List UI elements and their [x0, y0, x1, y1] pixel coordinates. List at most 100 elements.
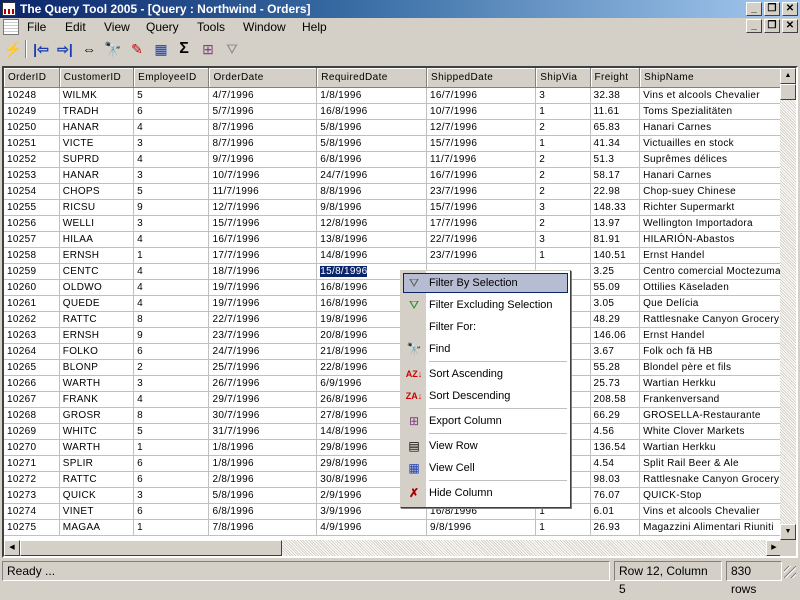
table-cell[interactable]: 6: [133, 455, 210, 472]
table-cell[interactable]: 98.03: [590, 471, 641, 488]
table-cell[interactable]: 55.09: [590, 279, 641, 296]
table-cell[interactable]: 14/8/1996: [316, 247, 428, 264]
table-cell[interactable]: WHITC: [59, 423, 135, 440]
column-header-orderid[interactable]: OrderID: [4, 68, 60, 88]
table-row[interactable]: 10262 RATTC 8 22/7/1996 19/8/1996 48.29 Rattle…: [4, 311, 782, 328]
sum-icon[interactable]: Σ: [174, 39, 194, 59]
table-cell[interactable]: Folk och fä HB: [639, 343, 782, 360]
table-cell[interactable]: 7/8/1996: [208, 519, 318, 536]
table-cell[interactable]: 10257: [4, 231, 60, 248]
menu-edit[interactable]: Edit: [65, 20, 86, 34]
table-cell[interactable]: 10251: [4, 135, 60, 152]
table-cell[interactable]: 4: [133, 119, 210, 136]
table-cell[interactable]: 6: [133, 503, 210, 520]
table-cell[interactable]: 10269: [4, 423, 60, 440]
table-cell[interactable]: 5/8/1996: [208, 487, 318, 504]
table-cell[interactable]: MAGAA: [59, 519, 135, 536]
table-cell[interactable]: SUPRD: [59, 151, 135, 168]
menu-query[interactable]: Query: [146, 20, 179, 34]
menu-file[interactable]: File: [27, 20, 46, 34]
table-icon[interactable]: ▦: [151, 39, 171, 59]
table-cell[interactable]: 1: [535, 247, 591, 264]
table-cell[interactable]: TRADH: [59, 103, 135, 120]
scroll-up-button[interactable]: ▲: [780, 68, 796, 84]
table-cell[interactable]: RATTC: [59, 471, 135, 488]
table-cell[interactable]: Magazzini Alimentari Riuniti: [639, 519, 782, 536]
column-header-shippeddate[interactable]: ShippedDate: [426, 68, 537, 88]
table-cell[interactable]: 26/7/1996: [208, 375, 318, 392]
table-cell[interactable]: 48.29: [590, 311, 641, 328]
table-cell[interactable]: 10272: [4, 471, 60, 488]
menu-item-view-row[interactable]: ▤ View Row: [403, 436, 568, 456]
table-cell[interactable]: 146.06: [590, 327, 641, 344]
table-cell[interactable]: 208.58: [590, 391, 641, 408]
menu-help[interactable]: Help: [302, 20, 327, 34]
table-cell[interactable]: 3.67: [590, 343, 641, 360]
table-cell[interactable]: 24/7/1996: [208, 343, 318, 360]
table-cell[interactable]: 11.61: [590, 103, 641, 120]
table-cell[interactable]: 136.54: [590, 439, 641, 456]
table-row[interactable]: 10271 SPLIR 6 1/8/1996 29/8/1996 4.54 Split Ra…: [4, 455, 782, 472]
table-cell[interactable]: Wartian Herkku: [639, 375, 782, 392]
table-cell[interactable]: 30/7/1996: [208, 407, 318, 424]
table-cell[interactable]: BLONP: [59, 359, 135, 376]
table-cell[interactable]: Victuailles en stock: [639, 135, 782, 152]
table-cell[interactable]: 16/8/1996: [316, 103, 428, 120]
table-cell[interactable]: 5/8/1996: [316, 135, 428, 152]
table-cell[interactable]: 13.97: [590, 215, 641, 232]
table-cell[interactable]: 10271: [4, 455, 60, 472]
table-cell[interactable]: 25.73: [590, 375, 641, 392]
table-cell[interactable]: 1: [535, 519, 591, 536]
table-cell[interactable]: QUICK: [59, 487, 135, 504]
menu-item-filter-excluding-selection[interactable]: ⛛ Filter Excluding Selection: [403, 295, 568, 315]
table-row[interactable]: 10251 VICTE 3 8/7/1996 5/8/1996 15/7/1996 1 41.…: [4, 135, 782, 152]
table-cell[interactable]: 19/7/1996: [208, 295, 318, 312]
table-cell[interactable]: 148.33: [590, 199, 641, 216]
table-cell[interactable]: 6: [133, 471, 210, 488]
menu-item-hide-column[interactable]: ✗ Hide Column: [403, 483, 568, 503]
table-cell[interactable]: 10/7/1996: [208, 167, 318, 184]
table-cell[interactable]: 6/8/1996: [316, 151, 428, 168]
table-cell[interactable]: 55.28: [590, 359, 641, 376]
document-icon[interactable]: [3, 19, 19, 35]
table-cell[interactable]: 76.07: [590, 487, 641, 504]
table-cell[interactable]: Chop-suey Chinese: [639, 183, 782, 200]
table-cell[interactable]: 8/7/1996: [208, 119, 318, 136]
table-cell[interactable]: RICSU: [59, 199, 135, 216]
column-header-shipvia[interactable]: ShipVia: [535, 68, 591, 88]
menu-item-export-column[interactable]: ⊞ Export Column: [403, 411, 568, 431]
table-row[interactable]: 10275 MAGAA 1 7/8/1996 4/9/1996 9/8/1996 1 26.9…: [4, 519, 782, 536]
table-cell[interactable]: 10259: [4, 263, 60, 280]
table-row[interactable]: 10257 HILAA 4 16/7/1996 13/8/1996 22/7/1996 3 8…: [4, 231, 782, 248]
mdi-restore-button[interactable]: ❐: [764, 19, 780, 33]
table-cell[interactable]: ERNSH: [59, 327, 135, 344]
table-row[interactable]: 10255 RICSU 9 12/7/1996 9/8/1996 15/7/1996 3 14…: [4, 199, 782, 216]
menu-tools[interactable]: Tools: [197, 20, 225, 34]
table-cell[interactable]: QUEDE: [59, 295, 135, 312]
table-cell[interactable]: 3.05: [590, 295, 641, 312]
swap-icon[interactable]: ⇔: [79, 39, 99, 59]
scroll-left-button[interactable]: ◀: [4, 540, 20, 556]
table-cell[interactable]: QUICK-Stop: [639, 487, 782, 504]
table-cell[interactable]: 3: [535, 231, 591, 248]
table-cell[interactable]: 10260: [4, 279, 60, 296]
table-cell[interactable]: 5/8/1996: [316, 119, 428, 136]
last-icon[interactable]: ⇨|: [55, 39, 75, 59]
table-cell[interactable]: 10250: [4, 119, 60, 136]
table-row[interactable]: 10272 RATTC 6 2/8/1996 30/8/1996 98.03 Rattles…: [4, 471, 782, 488]
table-cell[interactable]: 8/8/1996: [316, 183, 428, 200]
table-cell[interactable]: 3: [133, 215, 210, 232]
table-cell[interactable]: 1/8/1996: [208, 455, 318, 472]
table-row[interactable]: 10256 WELLI 3 15/7/1996 12/8/1996 17/7/1996 2 1…: [4, 215, 782, 232]
table-cell[interactable]: 29/7/1996: [208, 391, 318, 408]
table-cell[interactable]: 4.56: [590, 423, 641, 440]
execute-icon[interactable]: ⚡: [3, 39, 23, 59]
table-cell[interactable]: 10255: [4, 199, 60, 216]
table-cell[interactable]: 2/8/1996: [208, 471, 318, 488]
table-cell[interactable]: 10248: [4, 87, 60, 104]
table-cell[interactable]: 10/7/1996: [426, 103, 537, 120]
table-row[interactable]: 10249 TRADH 6 5/7/1996 16/8/1996 10/7/1996 1 11…: [4, 103, 782, 120]
table-cell[interactable]: 10270: [4, 439, 60, 456]
table-row[interactable]: 10264 FOLKO 6 24/7/1996 21/8/1996 3.67 Folk oc…: [4, 343, 782, 360]
table-cell[interactable]: 16/7/1996: [426, 167, 537, 184]
